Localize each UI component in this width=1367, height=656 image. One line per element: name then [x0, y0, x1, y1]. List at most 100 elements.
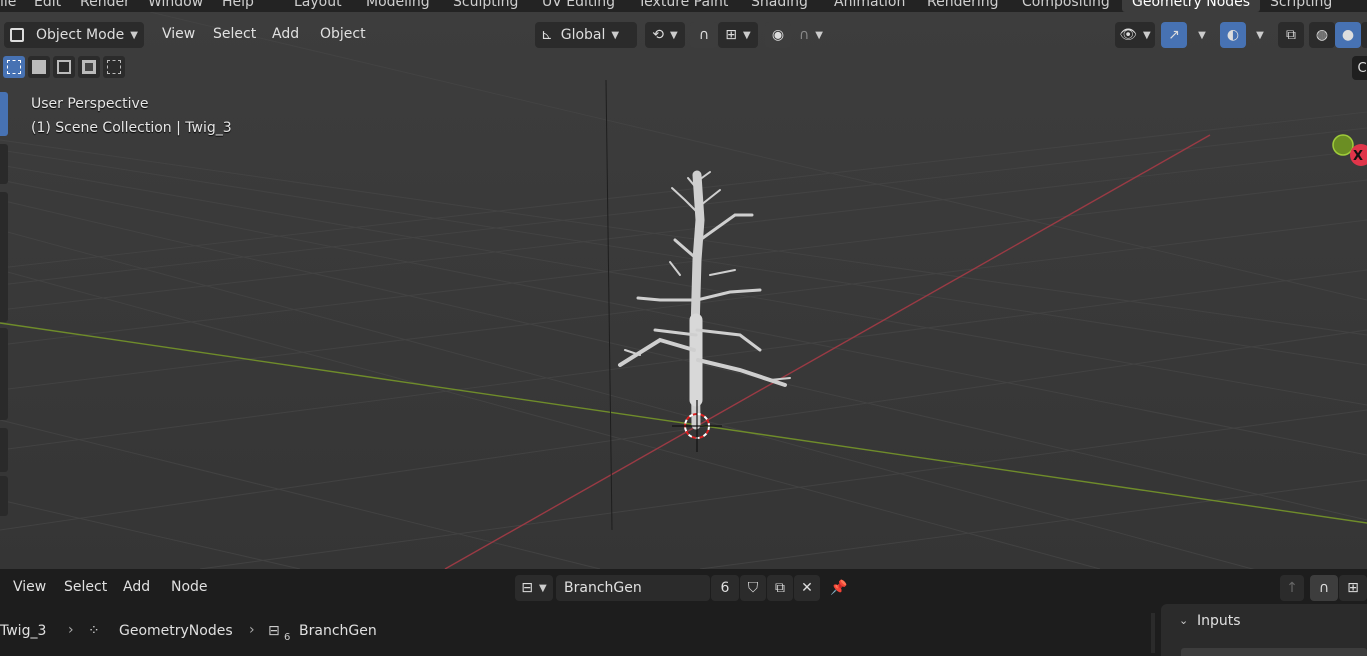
breadcrumb-modifier: GeometryNodes: [119, 623, 233, 639]
gizmo-x-label[interactable]: X: [1353, 149, 1363, 164]
node-tree-icon: ⊟: [268, 623, 280, 639]
node-tree-icon: ⊟: [521, 580, 534, 596]
chevron-down-icon: ▼: [1143, 29, 1151, 41]
menu-help[interactable]: Help: [222, 0, 254, 10]
magnet-icon: ∩: [1318, 580, 1330, 596]
node-snap-toggle[interactable]: ∩: [1310, 575, 1338, 601]
inputs-panel-title[interactable]: Inputs: [1197, 613, 1241, 629]
chevron-down-icon: ▼: [1256, 29, 1264, 41]
tool-select[interactable]: [0, 92, 8, 136]
chevron-down-icon: ▼: [1198, 29, 1206, 41]
fake-user-button[interactable]: ⛉: [740, 575, 766, 601]
menu-file[interactable]: ile: [0, 0, 16, 10]
select-extend-button[interactable]: [28, 56, 50, 78]
node-menu-view[interactable]: View: [13, 579, 46, 595]
menu-render[interactable]: Render: [80, 0, 130, 10]
orientation-label: Global: [560, 27, 606, 43]
tool-add-group[interactable]: [0, 428, 8, 472]
node-snap-target-button[interactable]: ⊞: [1339, 575, 1367, 601]
gizmo-dropdown[interactable]: ▼: [1188, 22, 1210, 48]
parent-node-tree-button[interactable]: ↑: [1280, 575, 1304, 601]
tab-uv-editing[interactable]: UV Editing: [542, 0, 615, 10]
node-menu-select[interactable]: Select: [64, 579, 107, 595]
top-bar: ile Edit Render Window Help Layout Model…: [0, 0, 1367, 12]
chevron-down-icon[interactable]: ⌄: [1179, 614, 1188, 627]
transform-orientation-dropdown[interactable]: ⊾ Global ▼: [535, 22, 637, 48]
menu-edit[interactable]: Edit: [34, 0, 61, 10]
group-interface-panel: ⌄ Inputs: [1161, 604, 1367, 656]
tab-texture-paint[interactable]: Texture Paint: [638, 0, 728, 10]
tab-modeling[interactable]: Modeling: [366, 0, 430, 10]
tab-compositing[interactable]: Compositing: [1022, 0, 1110, 10]
solid-shading-button[interactable]: ●: [1335, 22, 1361, 48]
view-perspective-label: User Perspective: [31, 96, 149, 112]
visibility-button[interactable]: 👁 ▼: [1115, 22, 1155, 48]
duplicate-button[interactable]: ⧉: [767, 575, 793, 601]
snap-target-button[interactable]: ⊞ ▼: [718, 22, 758, 48]
node-editor-header: View Select Add Node ⊟ ▼ BranchGen 6 ⛉ ⧉ …: [0, 569, 1367, 607]
eye-icon: 👁: [1119, 27, 1138, 43]
viewport-menu-view[interactable]: View: [162, 26, 195, 42]
menu-window[interactable]: Window: [148, 0, 203, 10]
panel-divider[interactable]: [1151, 613, 1155, 653]
node-group-name-field[interactable]: BranchGen: [556, 575, 710, 601]
orientation-axes-icon: ⊾: [541, 27, 553, 43]
falloff-curve-icon: ∩: [799, 27, 810, 43]
unlink-button[interactable]: ✕: [794, 575, 820, 601]
node-menu-node[interactable]: Node: [171, 579, 208, 595]
tab-sculpting[interactable]: Sculpting: [453, 0, 518, 10]
chevron-right-icon: ›: [249, 622, 255, 638]
node-tree-browse-button[interactable]: ⊟ ▼: [515, 575, 553, 601]
mode-dropdown[interactable]: Object Mode ▼: [4, 22, 144, 48]
select-invert-button[interactable]: [78, 56, 100, 78]
solid-sphere-icon: ●: [1341, 27, 1355, 43]
breadcrumb-user-count: 6: [284, 632, 291, 643]
tool-annotate-group[interactable]: [0, 328, 8, 420]
xray-toggle[interactable]: ⧉: [1278, 22, 1304, 48]
select-intersect-button[interactable]: [103, 56, 125, 78]
chevron-down-icon: ▼: [815, 29, 823, 41]
select-new-button[interactable]: [3, 56, 25, 78]
viewport-menu-select[interactable]: Select: [213, 26, 256, 42]
modifier-icon: ⁘: [88, 623, 100, 639]
chevron-down-icon: ▼: [539, 582, 547, 594]
tool-extra[interactable]: [0, 476, 8, 516]
node-menu-add[interactable]: Add: [123, 579, 150, 595]
viewport-menu-object[interactable]: Object: [320, 26, 366, 42]
viewport-menu-add[interactable]: Add: [272, 26, 299, 42]
gizmo-y-ball: [1332, 134, 1354, 156]
proportional-edit-toggle[interactable]: ◉: [765, 22, 791, 48]
snap-toggle[interactable]: ∩: [690, 22, 718, 48]
falloff-button[interactable]: ∩ ▼: [792, 22, 830, 48]
overlays-toggle[interactable]: ◐: [1220, 22, 1246, 48]
select-subtract-icon: [57, 60, 71, 74]
material-shading-button[interactable]: [1361, 22, 1367, 48]
gizmo-icon: ↗: [1168, 27, 1180, 43]
breadcrumb-object: Twig_3: [0, 623, 47, 639]
tab-animation[interactable]: Animation: [834, 0, 905, 10]
shield-icon: ⛉: [747, 580, 759, 596]
pin-button[interactable]: 📌: [826, 575, 852, 601]
inputs-list[interactable]: [1181, 648, 1367, 656]
sidebar-tab[interactable]: C: [1352, 56, 1367, 80]
tool-cursor[interactable]: [0, 144, 8, 184]
tab-shading[interactable]: Shading: [751, 0, 808, 10]
xray-icon: ⧉: [1286, 27, 1296, 43]
tab-rendering[interactable]: Rendering: [927, 0, 999, 10]
box-select-icon: [7, 60, 21, 74]
tab-geometry-nodes[interactable]: Geometry Nodes: [1122, 0, 1261, 12]
wireframe-shading-button[interactable]: ◍: [1309, 22, 1335, 48]
user-count-button[interactable]: 6: [711, 575, 739, 601]
magnet-icon: ∩: [698, 27, 710, 43]
overlays-dropdown[interactable]: ▼: [1246, 22, 1268, 48]
gizmo-toggle[interactable]: ↗: [1161, 22, 1187, 48]
chevron-down-icon: ▼: [130, 29, 138, 41]
select-subtract-button[interactable]: [53, 56, 75, 78]
mode-label: Object Mode: [36, 27, 125, 43]
tab-scripting[interactable]: Scripting: [1270, 0, 1332, 10]
select-invert-icon: [82, 60, 96, 74]
tool-transform-group[interactable]: [0, 192, 8, 322]
tab-layout[interactable]: Layout: [294, 0, 342, 10]
3d-viewport[interactable]: X: [0, 12, 1367, 569]
pivot-point-button[interactable]: ⟲ ▼: [645, 22, 685, 48]
